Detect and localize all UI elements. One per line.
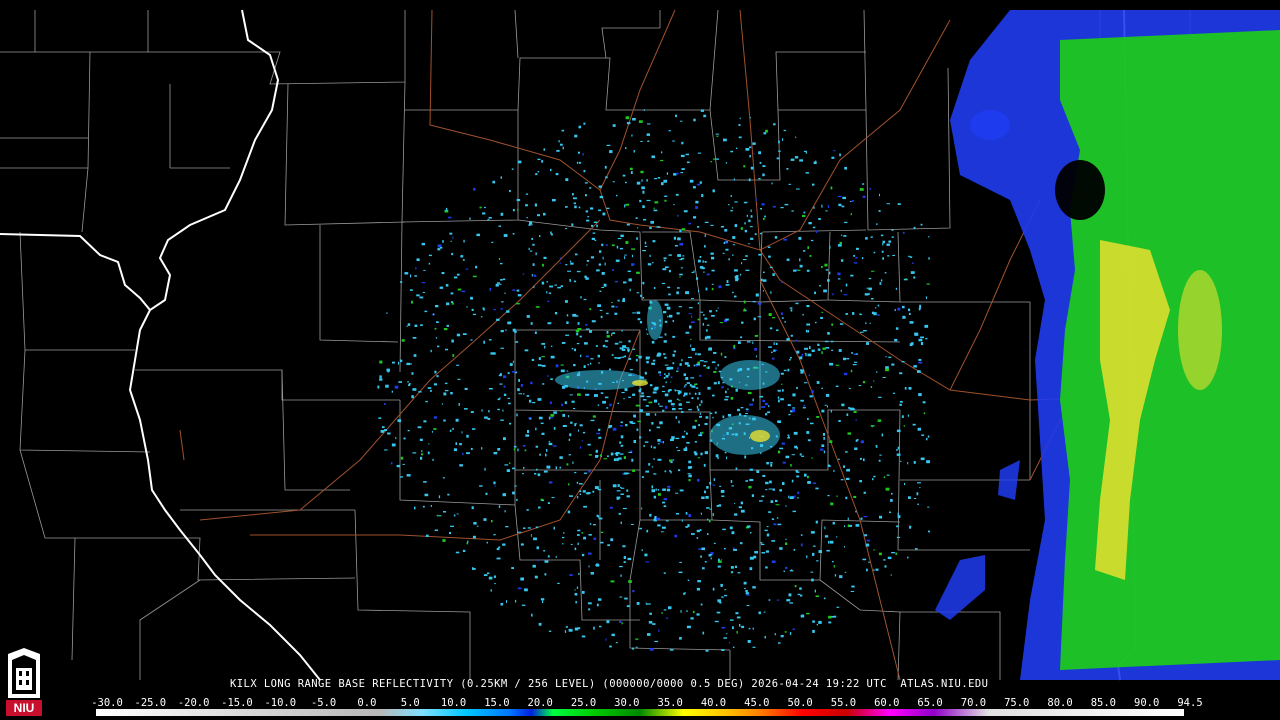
scale-label: 90.0 <box>1134 697 1160 709</box>
scale-label: 40.0 <box>700 697 727 709</box>
scale-label: 10.0 <box>440 697 467 709</box>
scale-label: -30.0 <box>91 697 123 709</box>
scale-label: -25.0 <box>134 697 167 709</box>
niu-logo: NIU <box>2 646 46 718</box>
scale-label: -15.0 <box>221 697 253 709</box>
scale-label: 75.0 <box>1004 697 1030 709</box>
product-caption: KILX LONG RANGE BASE REFLECTIVITY (0.25K… <box>230 678 989 690</box>
scale-label: 65.0 <box>917 697 943 709</box>
scale-label: 0.0 <box>357 697 377 709</box>
color-scale-bar <box>96 709 1184 716</box>
scale-label: 30.0 <box>614 697 640 709</box>
scale-label: 50.0 <box>787 697 813 709</box>
scale-label: 25.0 <box>570 697 597 709</box>
radar-site-marker <box>671 376 685 390</box>
scale-label: 20.0 <box>527 697 553 709</box>
logo-text: NIU <box>14 701 35 715</box>
scale-label: -5.0 <box>310 697 337 709</box>
scale-label: 60.0 <box>874 697 900 709</box>
scale-label: 35.0 <box>657 697 683 709</box>
scale-label: 85.0 <box>1090 697 1117 709</box>
scale-label: 15.0 <box>484 697 510 709</box>
scale-label: -20.0 <box>177 697 210 709</box>
radar-map <box>0 0 1280 720</box>
scale-label: -10.0 <box>264 697 297 709</box>
scale-label: 80.0 <box>1047 697 1073 709</box>
color-scale-labels: -30.0 -25.0 -20.0 -15.0 -10.0 -5.0 0.0 5.0 10.0 1… <box>90 697 1203 709</box>
scale-label: 70.0 <box>960 697 987 709</box>
scale-label: 94.5 <box>1177 697 1203 709</box>
scale-label: 45.0 <box>744 697 770 709</box>
scale-label: 5.0 <box>400 697 420 709</box>
scale-label: 55.0 <box>830 697 857 709</box>
